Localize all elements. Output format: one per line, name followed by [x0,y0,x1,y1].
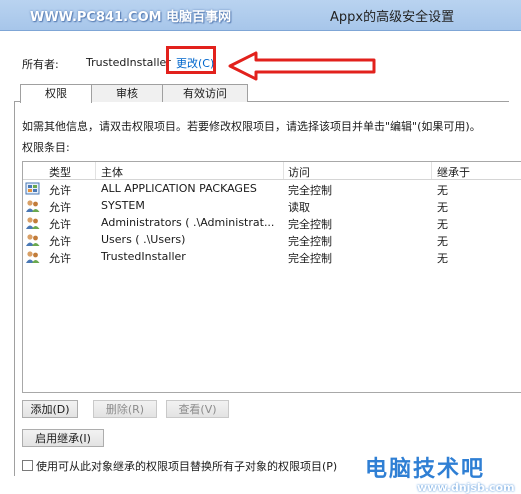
tab-label: 有效访问 [183,87,227,100]
owner-value: TrustedInstaller [86,56,171,69]
row-type: 允许 [49,235,71,248]
tab-label: 审核 [116,87,138,100]
logo-text: 电脑技术吧 [365,457,486,482]
row-type: 允许 [49,252,71,265]
site-logo: 电脑技术吧 www.dnjsb.com [365,451,515,494]
table-row[interactable]: 允许 ALL APPLICATION PACKAGES 完全控制 无 [23,181,521,197]
window-title: Appx的高级安全设置 [330,10,455,25]
view-button[interactable]: 查看(V) [166,400,229,418]
column-header-access[interactable]: 访问 [288,164,310,180]
row-access: 读取 [288,201,310,214]
row-principal: SYSTEM [101,199,145,212]
user-group-icon [26,217,40,229]
row-principal: Administrators ( .\Administrat... [101,216,275,229]
arrow-left-icon [228,51,376,81]
row-inherited-from: 无 [437,184,448,197]
user-group-icon [26,251,40,263]
add-button[interactable]: 添加(D) [22,400,78,418]
row-access: 完全控制 [288,235,332,248]
row-inherited-from: 无 [437,218,448,231]
row-principal: Users ( .\Users) [101,233,186,246]
tab-permissions[interactable]: 权限 [20,84,92,103]
row-access: 完全控制 [288,218,332,231]
row-inherited-from: 无 [437,235,448,248]
row-principal: TrustedInstaller [101,250,186,263]
row-principal: ALL APPLICATION PACKAGES [101,182,257,195]
user-group-icon [26,234,40,246]
info-text: 如需其他信息，请双击权限项目。若要修改权限项目，请选择该项目并单击"编辑"(如果… [22,120,481,133]
tab-effective-access[interactable]: 有效访问 [162,84,248,102]
table-row[interactable]: 允许 TrustedInstaller 完全控制 无 [23,249,521,265]
logo-url: www.dnjsb.com [417,481,515,494]
column-header-inherited-from[interactable]: 继承于 [437,164,470,180]
row-type: 允许 [49,201,71,214]
table-row[interactable]: 允许 Administrators ( .\Administrat... 完全控… [23,215,521,231]
table-row[interactable]: 允许 SYSTEM 读取 无 [23,198,521,214]
row-type: 允许 [49,184,71,197]
tab-label: 权限 [45,87,67,100]
enable-inheritance-button[interactable]: 启用继承(I) [22,429,104,447]
row-inherited-from: 无 [437,252,448,265]
list-header: 类型 主体 访问 继承于 [23,162,521,180]
owner-label: 所有者: [22,58,59,71]
column-divider [95,162,96,179]
row-type: 允许 [49,218,71,231]
change-owner-link[interactable]: 更改(C) [176,55,214,71]
column-divider [431,162,432,179]
user-group-icon [26,200,40,212]
row-inherited-from: 无 [437,201,448,214]
replace-child-permissions-checkbox[interactable] [22,460,33,471]
row-access: 完全控制 [288,184,332,197]
replace-child-permissions-label: 使用可从此对象继承的权限项目替换所有子对象的权限项目(P) [36,460,338,473]
column-divider [283,162,284,179]
column-header-type[interactable]: 类型 [49,164,71,180]
watermark-text: WWW.PC841.COM 电脑百事网 [30,10,232,25]
permission-entries-label: 权限条目: [22,141,70,154]
app-packages-icon [25,182,40,195]
row-access: 完全控制 [288,252,332,265]
permission-entries-list[interactable]: 类型 主体 访问 继承于 允许 ALL APPLICATION PACKAGES… [22,161,521,393]
remove-button[interactable]: 删除(R) [93,400,157,418]
advanced-security-dialog: 所有者: TrustedInstaller 更改(C) 权限 审核 有效访问 如… [0,31,521,494]
column-header-principal[interactable]: 主体 [101,164,123,180]
tab-audit[interactable]: 审核 [90,84,164,102]
title-bar: WWW.PC841.COM 电脑百事网 Appx的高级安全设置 [0,0,521,31]
table-row[interactable]: 允许 Users ( .\Users) 完全控制 无 [23,232,521,248]
